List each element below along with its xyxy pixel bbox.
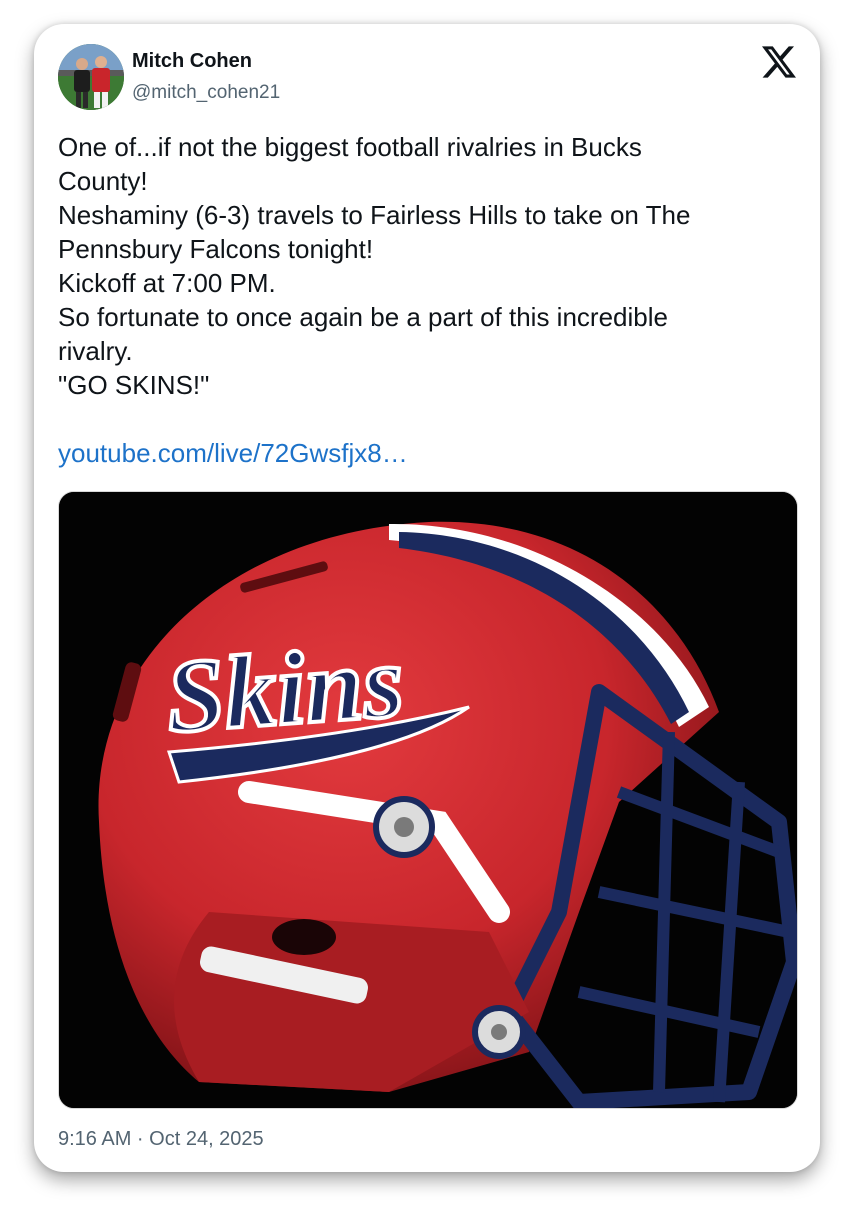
post-text-line: "GO SKINS!" — [58, 370, 210, 400]
author-avatar[interactable] — [58, 44, 124, 110]
x-logo-icon[interactable] — [762, 46, 796, 78]
helmet-wordmark: Skins — [163, 624, 407, 755]
helmet-image: Skins — [59, 492, 797, 1108]
youtube-link[interactable]: youtube.com/live/72Gwsfjx8… — [58, 438, 408, 469]
post-text-line: County! — [58, 166, 148, 196]
author-handle[interactable]: @mitch_cohen21 — [132, 82, 280, 104]
avatar-photo — [58, 44, 124, 110]
author-name[interactable]: Mitch Cohen — [132, 50, 252, 73]
post-card: Mitch Cohen @mitch_cohen21 One of...if n… — [34, 24, 820, 1172]
post-text-line: rivalry. — [58, 336, 133, 366]
post-image[interactable]: Skins — [58, 491, 798, 1109]
post-text-line: Neshaminy (6-3) travels to Fairless Hill… — [58, 200, 691, 230]
post-text: One of...if not the biggest football riv… — [58, 130, 798, 402]
post-text-line: Kickoff at 7:00 PM. — [58, 268, 276, 298]
post-text-line: Pennsbury Falcons tonight! — [58, 234, 374, 264]
post-timestamp[interactable]: 9:16 AM · Oct 24, 2025 — [58, 1128, 264, 1151]
post-text-line: So fortunate to once again be a part of … — [58, 302, 668, 332]
post-text-line: One of...if not the biggest football riv… — [58, 132, 642, 162]
